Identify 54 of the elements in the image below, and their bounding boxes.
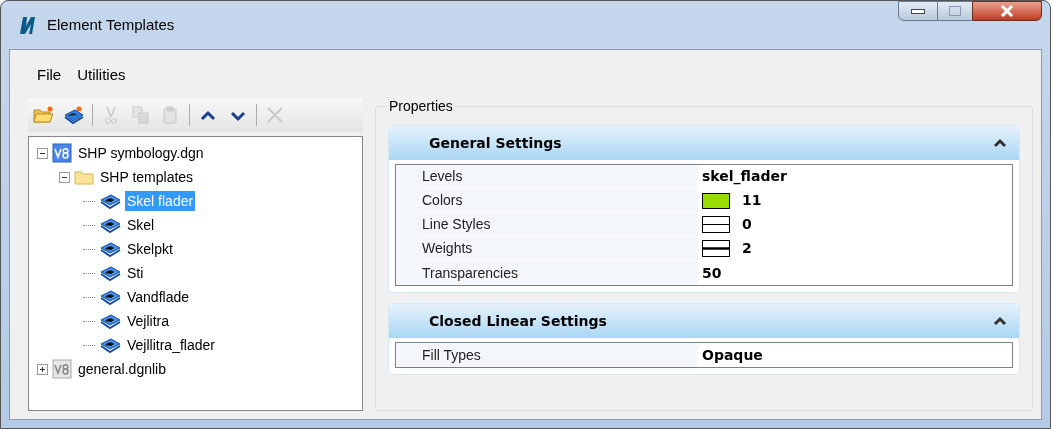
property-value: skel_flader [702, 167, 787, 187]
property-value: Opaque [702, 345, 763, 365]
close-icon [1000, 5, 1014, 17]
property-name: Line Styles [422, 215, 492, 234]
property-value: 0 [742, 215, 752, 234]
copy-icon [130, 105, 152, 125]
menu-item[interactable]: File [32, 63, 67, 87]
x-icon [264, 105, 286, 125]
v8-file-icon [52, 359, 72, 379]
property-value: 50 [702, 263, 722, 283]
property-name: Levels [422, 167, 464, 186]
collapse-button[interactable] [59, 171, 70, 183]
template-icon [99, 265, 121, 281]
tree-item[interactable]: Sti [125, 263, 146, 283]
property-value: 2 [742, 239, 752, 258]
tree-item[interactable]: Vandflade [125, 287, 191, 307]
section-title: General Settings [429, 133, 562, 153]
tree-item[interactable]: Vejlitra [125, 311, 172, 331]
tree-item[interactable]: SHP symbology.dgn [76, 143, 206, 163]
template-icon [99, 313, 121, 329]
template-icon [99, 217, 121, 233]
section-title: Closed Linear Settings [429, 311, 607, 331]
expand-button[interactable] [37, 363, 48, 375]
template-icon [99, 193, 121, 209]
minimize-icon [911, 8, 925, 14]
group-title: Properties [387, 98, 455, 114]
property-name: Transparencies [422, 263, 519, 283]
window-title: Element Templates [47, 14, 175, 35]
tree-item[interactable]: Skel [125, 215, 157, 235]
tree-item[interactable]: general.dgnlib [76, 359, 168, 379]
template-icon [99, 337, 121, 353]
tree-item[interactable]: Skelpkt [125, 239, 175, 259]
property-name: Colors [422, 191, 464, 210]
template-icon [99, 289, 121, 305]
line-style-icon [702, 216, 730, 233]
template-icon [99, 241, 121, 257]
plus-icon [39, 365, 46, 373]
close-button[interactable] [972, 1, 1042, 21]
property-value: 11 [742, 191, 762, 210]
property-name: Weights [422, 239, 474, 258]
tree-item[interactable]: Vejllitra_flader [125, 335, 217, 355]
menu-item[interactable]: Utilities [72, 63, 131, 87]
folder-icon [74, 169, 94, 185]
maximize-button[interactable] [938, 1, 972, 21]
maximize-icon [949, 6, 961, 16]
line-weight-icon [702, 240, 730, 257]
collapse-button[interactable] [37, 147, 48, 159]
section-header[interactable]: Closed Linear Settings [389, 304, 1019, 338]
folder-icon [33, 105, 55, 125]
minimize-button[interactable] [898, 1, 938, 21]
section-header[interactable]: General Settings [389, 126, 1019, 160]
v8-file-icon [52, 143, 72, 163]
tree-item[interactable]: SHP templates [98, 167, 196, 187]
property-name: Fill Types [422, 345, 482, 365]
